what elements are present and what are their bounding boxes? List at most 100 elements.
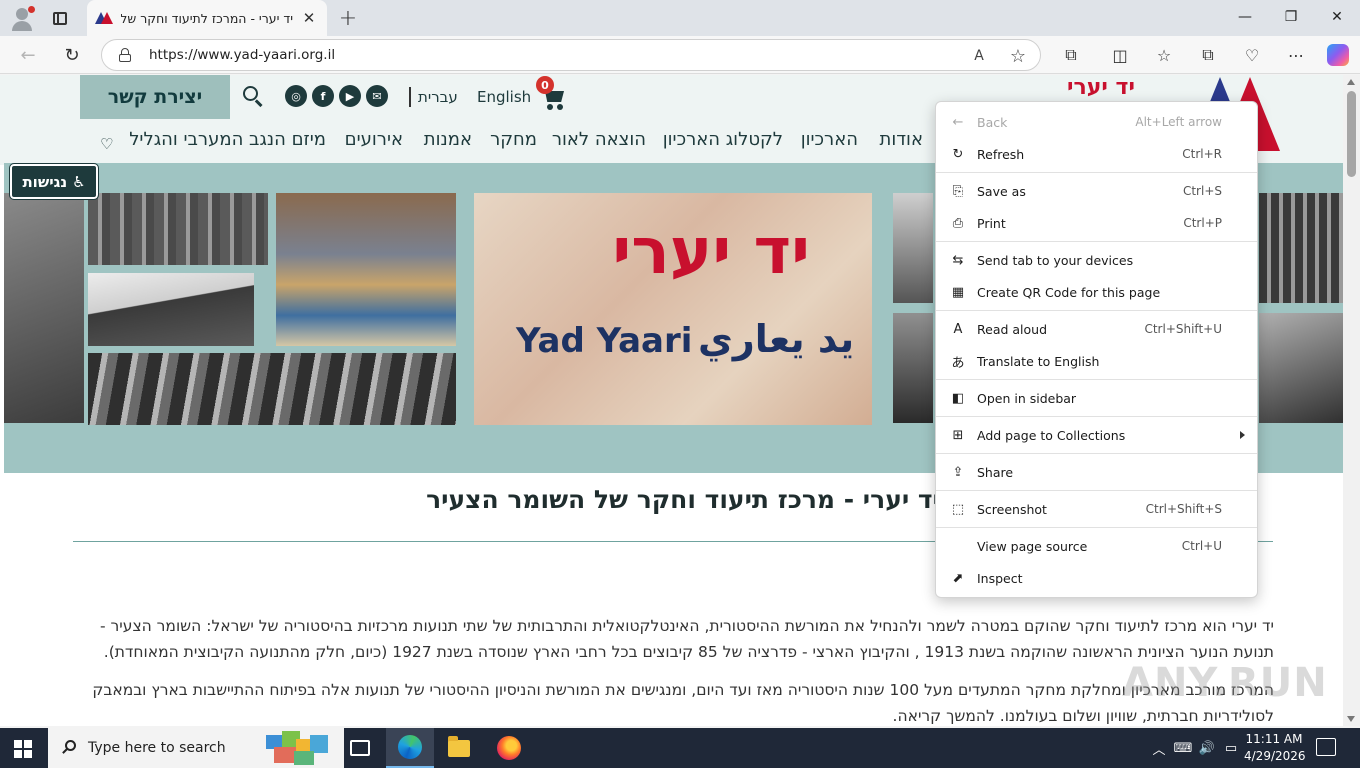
menu-item-translate[interactable]: あ Translate to English: [936, 346, 1257, 376]
browser-tab-active[interactable]: יד יערי - המרכז לתיעוד וחקר של ה ✕: [87, 0, 327, 36]
windows-start-icon[interactable]: [14, 740, 32, 758]
scroll-down-icon[interactable]: [1347, 716, 1355, 722]
menu-item-save-as[interactable]: ⎘ Save as Ctrl+S: [936, 176, 1257, 206]
back-button[interactable]: ←: [13, 40, 43, 70]
restore-button[interactable]: ❐: [1268, 0, 1314, 34]
email-icon[interactable]: ✉: [366, 85, 388, 107]
address-bar[interactable]: https://www.yad-yaari.org.il A ☆: [101, 39, 1041, 71]
hero-photo: [1259, 193, 1343, 303]
copilot-icon[interactable]: [1323, 40, 1353, 70]
qr-code-icon: ▦: [951, 284, 965, 300]
url-text[interactable]: https://www.yad-yaari.org.il: [149, 47, 335, 63]
collections-icon[interactable]: ⧉: [1193, 40, 1223, 70]
settings-more-icon[interactable]: ⋯: [1281, 40, 1311, 70]
accessibility-button[interactable]: ♿ נגישות: [9, 163, 99, 200]
menu-item-back[interactable]: ← Back Alt+Left arrow: [936, 107, 1257, 137]
instagram-icon[interactable]: ◎: [285, 85, 307, 107]
hero-photo: [4, 193, 84, 423]
site-search-icon[interactable]: [243, 86, 265, 108]
read-aloud-icon: A: [953, 321, 963, 337]
menu-item-inspect[interactable]: ⬈ Inspect: [936, 563, 1257, 593]
close-window-button[interactable]: ✕: [1314, 0, 1360, 34]
menu-item-qr-code[interactable]: ▦ Create QR Code for this page: [936, 277, 1257, 307]
task-view-icon[interactable]: [336, 728, 384, 768]
hero-poster: יד יערי Yad Yaari يد يعاري: [474, 193, 872, 425]
menu-separator: [936, 453, 1257, 454]
refresh-icon: ↻: [952, 146, 964, 162]
tray-network-icon[interactable]: ▭: [1220, 728, 1242, 768]
lock-icon[interactable]: [119, 48, 131, 62]
menu-separator: [936, 379, 1257, 380]
favorite-star-icon[interactable]: ☆: [1007, 45, 1029, 67]
split-screen-icon[interactable]: ◫: [1105, 40, 1135, 70]
menu-separator: [936, 490, 1257, 491]
taskbar-search-placeholder: Type here to search: [88, 740, 226, 756]
menu-item-open-sidebar[interactable]: ◧ Open in sidebar: [936, 383, 1257, 413]
menu-item-read-aloud[interactable]: A Read aloud Ctrl+Shift+U: [936, 314, 1257, 344]
minimize-button[interactable]: —: [1222, 0, 1268, 34]
heart-icon[interactable]: ♡: [100, 135, 113, 153]
youtube-icon[interactable]: ▶: [339, 85, 361, 107]
scroll-thumb[interactable]: [1347, 91, 1356, 177]
menu-item-view-source[interactable]: View page source Ctrl+U: [936, 531, 1257, 561]
clock-date: 4/29/2026: [1244, 749, 1306, 763]
taskbar-search-box[interactable]: Type here to search: [48, 728, 344, 768]
contact-button[interactable]: יצירת קשר: [80, 75, 230, 119]
taskbar-clock[interactable]: 11:11 AM 4/29/2026: [1244, 731, 1306, 765]
search-highlight-image: [266, 731, 328, 765]
facebook-icon[interactable]: f: [312, 85, 334, 107]
menu-item-add-collections[interactable]: ⊞ Add page to Collections: [936, 420, 1257, 450]
hero-photo: [88, 193, 268, 265]
nav-item-archive[interactable]: הארכיון: [801, 129, 858, 150]
translate-icon: あ: [951, 355, 965, 371]
page-scrollbar[interactable]: [1343, 75, 1360, 726]
nav-item-publishing[interactable]: הוצאה לאור: [552, 129, 646, 150]
context-menu: ← Back Alt+Left arrow ↻ Refresh Ctrl+R ⎘…: [935, 101, 1258, 598]
nav-item-art[interactable]: אמנות: [424, 129, 472, 150]
browser-toolbar: ← ↻ https://www.yad-yaari.org.il A ☆ ⧉ ◫…: [0, 36, 1360, 74]
tray-volume-icon[interactable]: 🔊: [1196, 728, 1218, 768]
watermark-text: ANY.RUN: [1122, 660, 1328, 706]
extensions-icon[interactable]: ⧉: [1056, 40, 1086, 70]
lang-hebrew-link[interactable]: עברית: [418, 88, 458, 106]
hero-photo: [88, 353, 456, 425]
new-tab-button[interactable]: +: [334, 4, 362, 32]
brand-name: יד יערי: [1067, 75, 1135, 100]
tray-chevron-icon[interactable]: ︿: [1148, 728, 1170, 768]
read-aloud-icon[interactable]: A: [968, 45, 990, 67]
nav-item-about[interactable]: אודות: [880, 129, 924, 150]
nav-item-catalog[interactable]: לקטלוג הארכיון: [663, 129, 783, 150]
profile-avatar-icon[interactable]: [8, 4, 36, 32]
screenshot-icon: ⬚: [951, 501, 965, 517]
menu-separator: [936, 172, 1257, 173]
back-arrow-icon: ←: [952, 114, 964, 130]
refresh-button[interactable]: ↻: [57, 40, 87, 70]
hero-photo: [276, 193, 456, 346]
tray-keyboard-icon[interactable]: ⌨: [1172, 728, 1194, 768]
firefox-icon[interactable]: [485, 728, 533, 768]
language-separator: [409, 87, 411, 107]
share-icon: ⇪: [952, 464, 964, 480]
tab-actions-icon[interactable]: [46, 4, 74, 32]
browser-essentials-icon[interactable]: ♡: [1237, 40, 1267, 70]
scroll-up-icon[interactable]: [1347, 79, 1355, 85]
favorites-icon[interactable]: ☆: [1149, 40, 1179, 70]
edge-taskbar-icon[interactable]: [386, 728, 434, 768]
nav-item-negev-galilee[interactable]: מיזם הנגב המערבי והגליל: [129, 129, 326, 150]
file-explorer-icon[interactable]: [435, 728, 483, 768]
menu-item-refresh[interactable]: ↻ Refresh Ctrl+R: [936, 139, 1257, 169]
cart-icon[interactable]: 0: [536, 76, 568, 111]
notifications-icon[interactable]: [1316, 738, 1336, 756]
menu-item-share[interactable]: ⇪ Share: [936, 457, 1257, 487]
menu-item-screenshot[interactable]: ⬚ Screenshot Ctrl+Shift+S: [936, 494, 1257, 524]
nav-item-research[interactable]: מחקר: [490, 129, 537, 150]
tab-close-icon[interactable]: ✕: [299, 9, 319, 27]
intro-paragraph: יד יערי הוא מרכז לתיעוד וחקר שהוקם במטרה…: [100, 617, 1274, 661]
menu-item-print[interactable]: ⎙ Print Ctrl+P: [936, 208, 1257, 238]
accessibility-icon: ♿: [72, 172, 86, 191]
collections-icon: ⊞: [952, 427, 964, 443]
nav-item-events[interactable]: אירועים: [345, 129, 403, 150]
lang-english-link[interactable]: English: [477, 88, 531, 106]
main-navigation: אודות הארכיון לקטלוג הארכיון הוצאה לאור …: [0, 125, 935, 157]
menu-item-send-tab[interactable]: ⇆ Send tab to your devices: [936, 245, 1257, 275]
